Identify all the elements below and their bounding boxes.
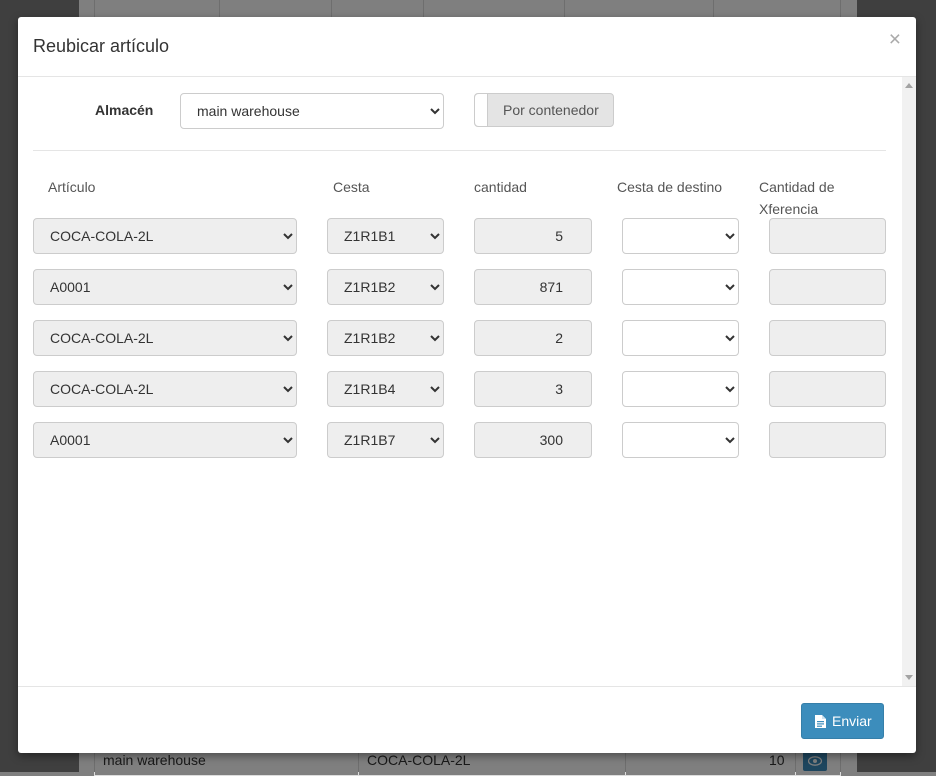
- column-header-target-basket: Cesta de destino: [617, 179, 723, 195]
- transfer-quantity-field[interactable]: [769, 371, 886, 407]
- quantity-field[interactable]: 871: [474, 269, 592, 305]
- scroll-up-arrow-icon[interactable]: [905, 83, 913, 88]
- basket-select[interactable]: Z1R1B2: [327, 269, 444, 305]
- target-basket-select[interactable]: [622, 218, 739, 254]
- modal-title: Reubicar artículo: [33, 36, 170, 56]
- close-icon[interactable]: ×: [889, 29, 901, 50]
- basket-select[interactable]: Z1R1B1: [327, 218, 444, 254]
- column-header-transfer-quantity-line1: Cantidad de: [759, 179, 835, 195]
- target-basket-select[interactable]: [622, 371, 739, 407]
- quantity-field[interactable]: 3: [474, 371, 592, 407]
- modal-footer: Enviar: [18, 686, 916, 754]
- column-header-transfer-quantity-line2: Xferencia: [759, 201, 819, 217]
- warehouse-label: Almacén: [95, 102, 154, 118]
- item-select[interactable]: COCA-COLA-2L: [33, 320, 297, 356]
- toggle-knob: [475, 94, 488, 126]
- quantity-field[interactable]: 300: [474, 422, 592, 458]
- scroll-down-arrow-icon[interactable]: [905, 675, 913, 680]
- column-header-basket: Cesta: [333, 179, 370, 195]
- submit-button[interactable]: Enviar: [801, 703, 884, 739]
- file-text-icon: [815, 715, 826, 728]
- toggle-label: Por contenedor: [503, 102, 599, 118]
- item-select[interactable]: A0001: [33, 422, 297, 458]
- submit-button-label: Enviar: [832, 713, 872, 729]
- target-basket-select[interactable]: [622, 422, 739, 458]
- quantity-field[interactable]: 2: [474, 320, 592, 356]
- column-header-quantity: cantidad: [474, 179, 527, 195]
- item-select[interactable]: COCA-COLA-2L: [33, 371, 297, 407]
- transfer-quantity-field[interactable]: [769, 422, 886, 458]
- basket-select[interactable]: Z1R1B2: [327, 320, 444, 356]
- by-container-toggle[interactable]: Por contenedor: [474, 93, 614, 127]
- warehouse-select[interactable]: main warehouse: [180, 93, 444, 129]
- transfer-quantity-field[interactable]: [769, 218, 886, 254]
- modal-header: Reubicar artículo ×: [18, 17, 916, 77]
- target-basket-select[interactable]: [622, 320, 739, 356]
- quantity-field[interactable]: 5: [474, 218, 592, 254]
- modal-scrollbar[interactable]: [902, 77, 916, 686]
- relocate-item-modal: Reubicar artículo × Almacén main warehou…: [18, 17, 916, 753]
- modal-body: Almacén main warehouse Por contenedor Ar…: [18, 77, 916, 686]
- target-basket-select[interactable]: [622, 269, 739, 305]
- transfer-quantity-field[interactable]: [769, 269, 886, 305]
- item-select[interactable]: COCA-COLA-2L: [33, 218, 297, 254]
- basket-select[interactable]: Z1R1B7: [327, 422, 444, 458]
- item-select[interactable]: A0001: [33, 269, 297, 305]
- transfer-quantity-field[interactable]: [769, 320, 886, 356]
- divider: [33, 150, 886, 151]
- basket-select[interactable]: Z1R1B4: [327, 371, 444, 407]
- column-header-transfer-quantity: Cantidad de Xferencia: [759, 176, 835, 220]
- column-header-item: Artículo: [48, 179, 96, 195]
